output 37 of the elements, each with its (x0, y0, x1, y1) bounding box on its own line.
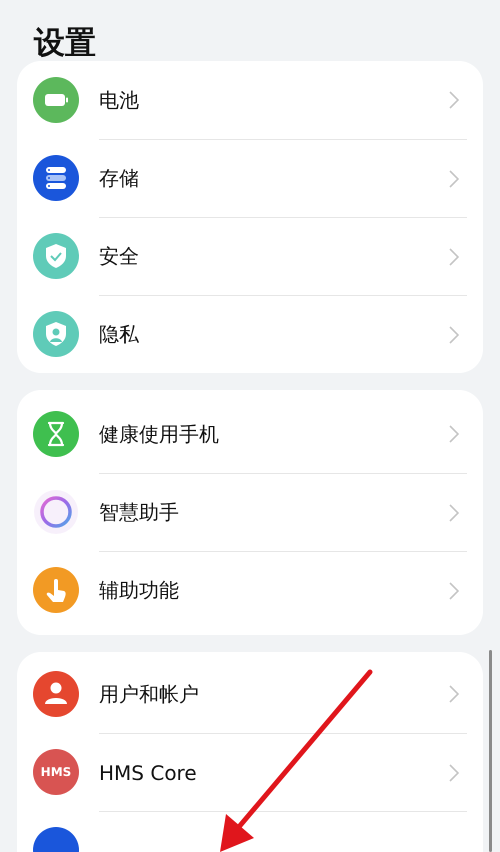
pointing-hand-icon (33, 567, 79, 613)
item-label: 电池 (99, 86, 140, 114)
settings-item[interactable]: 健康使用手机 (17, 395, 483, 473)
hms-icon: HMS (33, 749, 79, 795)
item-label: 健康使用手机 (99, 420, 220, 448)
hourglass-icon (33, 411, 79, 457)
chevron-icon (449, 685, 459, 703)
battery-icon (33, 77, 79, 123)
chevron-icon (449, 764, 459, 782)
item-label: 辅助功能 (99, 577, 180, 604)
settings-item[interactable]: 辅助功能 (17, 551, 483, 629)
settings-item[interactable]: 电池 (17, 61, 483, 139)
settings-item[interactable]: HMS HMS Core (17, 733, 483, 811)
shield-person-icon (33, 311, 79, 357)
person-icon (33, 671, 79, 717)
settings-item[interactable]: 智慧助手 (17, 473, 483, 551)
item-label: 安全 (99, 243, 140, 270)
chevron-icon (449, 582, 459, 600)
page-title: 设置 (32, 24, 97, 61)
item-label: 存储 (99, 165, 140, 192)
settings-item[interactable]: 安全 (17, 217, 483, 295)
item-label: 智慧助手 (99, 499, 180, 526)
item-label: HMS Core (99, 760, 198, 784)
item-label: 隐私 (99, 321, 140, 348)
chevron-icon (449, 425, 459, 443)
chevron-icon (449, 248, 459, 266)
chevron-icon (449, 504, 459, 522)
ring-icon (33, 489, 79, 535)
chevron-icon (449, 91, 459, 109)
storage-icon (33, 155, 79, 201)
chevron-icon (449, 170, 459, 188)
settings-item[interactable]: 存储 (17, 139, 483, 217)
settings-item[interactable]: 用户和帐户 (17, 655, 483, 733)
chevron-icon (449, 326, 459, 344)
settings-item[interactable]: 隐私 (17, 295, 483, 373)
item-label: 用户和帐户 (99, 680, 200, 708)
shield-check-icon (33, 233, 79, 279)
